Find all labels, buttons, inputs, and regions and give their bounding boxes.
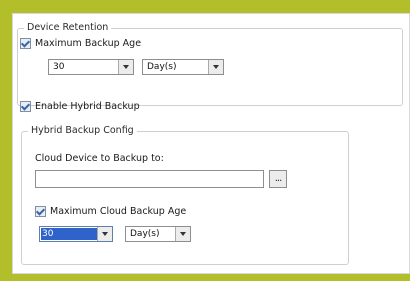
browse-button[interactable]: ...	[269, 170, 287, 188]
settings-panel: Device Retention Maximum Backup Age 30 D…	[12, 13, 410, 274]
max-cloud-age-row[interactable]: Maximum Cloud Backup Age	[35, 206, 186, 217]
enable-hybrid-backup-checkbox[interactable]	[20, 101, 31, 112]
backup-age-unit-select[interactable]: Day(s)	[142, 59, 224, 75]
cloud-age-value-select[interactable]: 30	[39, 226, 113, 242]
enable-hybrid-backup-label: Enable Hybrid Backup	[35, 101, 140, 112]
cloud-age-value: 30	[41, 228, 97, 240]
hybrid-backup-config-title: Hybrid Backup Config	[28, 125, 137, 136]
backup-age-value: 30	[53, 62, 65, 72]
device-retention-title: Device Retention	[24, 22, 112, 33]
chevron-down-icon[interactable]	[175, 227, 190, 241]
max-backup-age-label: Maximum Backup Age	[35, 38, 142, 49]
outer-frame: Device Retention Maximum Backup Age 30 D…	[0, 0, 410, 281]
chevron-down-icon[interactable]	[118, 60, 133, 74]
backup-age-unit: Day(s)	[147, 62, 177, 72]
max-cloud-age-checkbox[interactable]	[35, 206, 46, 217]
chevron-down-icon[interactable]	[97, 227, 112, 241]
device-retention-group: Device Retention Maximum Backup Age 30 D…	[17, 22, 403, 106]
max-backup-age-row[interactable]: Maximum Backup Age	[20, 38, 141, 49]
chevron-down-icon[interactable]	[208, 60, 223, 74]
cloud-age-unit: Day(s)	[130, 229, 160, 239]
max-cloud-age-label: Maximum Cloud Backup Age	[50, 206, 187, 217]
cloud-age-unit-select[interactable]: Day(s)	[125, 226, 191, 242]
cloud-device-input[interactable]	[35, 170, 264, 188]
enable-hybrid-backup-row[interactable]: Enable Hybrid Backup	[20, 101, 140, 112]
ellipsis-icon: ...	[274, 173, 282, 184]
hybrid-backup-config-group: Hybrid Backup Config Cloud Device to Bac…	[21, 125, 349, 265]
max-backup-age-checkbox[interactable]	[20, 38, 31, 49]
backup-age-value-select[interactable]: 30	[48, 59, 134, 75]
cloud-device-label: Cloud Device to Backup to:	[35, 153, 164, 164]
